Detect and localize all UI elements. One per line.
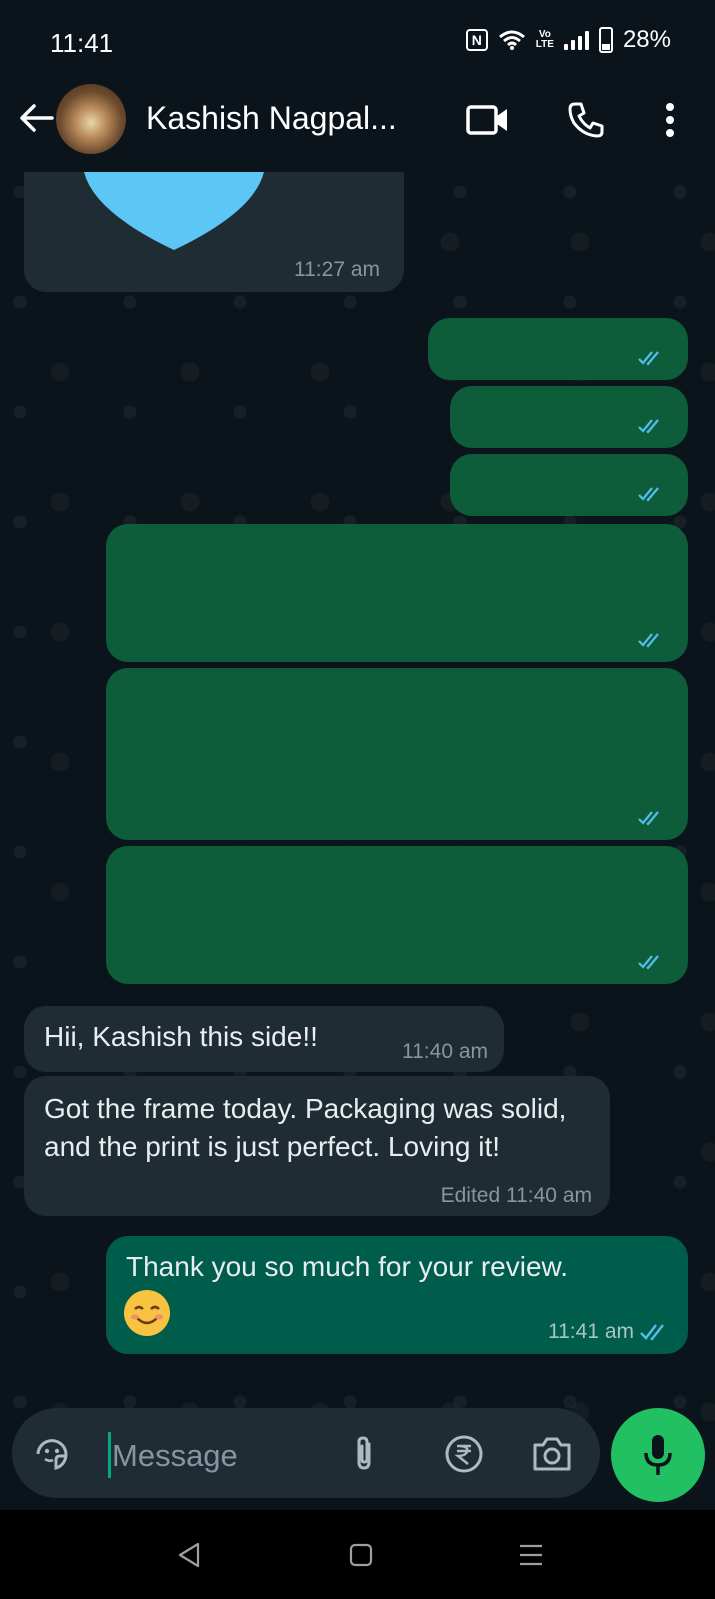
voice-call-icon[interactable] bbox=[562, 96, 610, 144]
wifi-icon bbox=[498, 30, 525, 50]
read-ticks-icon bbox=[638, 633, 659, 648]
video-call-icon[interactable] bbox=[464, 96, 512, 144]
blue-heart-image bbox=[84, 172, 264, 250]
volte-icon: Vo LTE bbox=[535, 29, 554, 50]
message-bubble-outgoing[interactable] bbox=[450, 386, 688, 448]
message-time: 11:41 am bbox=[548, 1320, 670, 1344]
message-time: Edited 11:40 am bbox=[440, 1184, 592, 1207]
camera-icon[interactable] bbox=[530, 1432, 574, 1476]
nav-back-icon[interactable] bbox=[164, 1530, 214, 1580]
status-time: 11:41 bbox=[50, 28, 114, 58]
message-placeholder: Message bbox=[112, 1438, 238, 1473]
message-text: Got the frame today. Packaging was solid… bbox=[44, 1093, 567, 1162]
message-text: Thank you so much for your review. bbox=[126, 1251, 568, 1282]
avatar[interactable] bbox=[56, 84, 126, 154]
signal-icon bbox=[563, 30, 589, 50]
battery-percent: 28% bbox=[622, 26, 671, 53]
message-bubble-outgoing[interactable] bbox=[106, 524, 688, 662]
nav-home-icon[interactable] bbox=[336, 1530, 386, 1580]
system-nav-bar bbox=[0, 1510, 715, 1599]
read-ticks-icon bbox=[638, 955, 659, 970]
read-ticks-icon bbox=[640, 1324, 664, 1341]
smiling-face-emoji bbox=[124, 1290, 170, 1336]
mic-icon bbox=[644, 1435, 672, 1475]
more-options-icon[interactable] bbox=[646, 96, 694, 144]
read-ticks-icon bbox=[638, 419, 659, 434]
message-bubble-outgoing[interactable] bbox=[106, 668, 688, 840]
nfc-icon: N bbox=[465, 29, 488, 51]
back-arrow-icon[interactable] bbox=[12, 94, 60, 142]
read-ticks-icon bbox=[638, 487, 659, 502]
message-text: Hii, Kashish this side!! bbox=[44, 1021, 318, 1052]
status-bar: 11:41 N Vo LTE 28% bbox=[0, 0, 715, 86]
message-time: 11:40 am bbox=[402, 1040, 488, 1063]
message-bubble-outgoing[interactable] bbox=[450, 454, 688, 516]
rupee-payment-icon[interactable] bbox=[442, 1432, 486, 1476]
mic-button[interactable] bbox=[611, 1408, 705, 1502]
message-time: 11:27 am bbox=[294, 258, 380, 281]
sticker-icon[interactable] bbox=[30, 1432, 74, 1476]
message-bubble-outgoing[interactable] bbox=[428, 318, 688, 380]
nav-recents-icon[interactable] bbox=[506, 1530, 556, 1580]
status-icons: N Vo LTE 28% bbox=[465, 26, 671, 54]
composer-bar: Message bbox=[0, 1400, 715, 1502]
message-bubble-incoming[interactable]: 11:27 am bbox=[24, 172, 404, 292]
message-bubble-outgoing[interactable]: Thank you so much for your review. 11:41… bbox=[106, 1236, 688, 1354]
attach-icon[interactable] bbox=[342, 1432, 386, 1476]
message-bubble-incoming[interactable]: Got the frame today. Packaging was solid… bbox=[24, 1076, 610, 1216]
contact-name[interactable]: Kashish Nagpal... bbox=[146, 100, 397, 137]
read-ticks-icon bbox=[638, 811, 659, 826]
message-input[interactable]: Message bbox=[12, 1408, 600, 1498]
text-cursor bbox=[108, 1432, 111, 1478]
read-ticks-icon bbox=[638, 351, 659, 366]
chat-area[interactable]: 11:27 am Hii, Kashish this side!! 11:40 … bbox=[0, 172, 715, 1477]
message-bubble-outgoing[interactable] bbox=[106, 846, 688, 984]
battery-icon bbox=[598, 27, 613, 53]
message-bubble-incoming[interactable]: Hii, Kashish this side!! 11:40 am bbox=[24, 1006, 504, 1072]
